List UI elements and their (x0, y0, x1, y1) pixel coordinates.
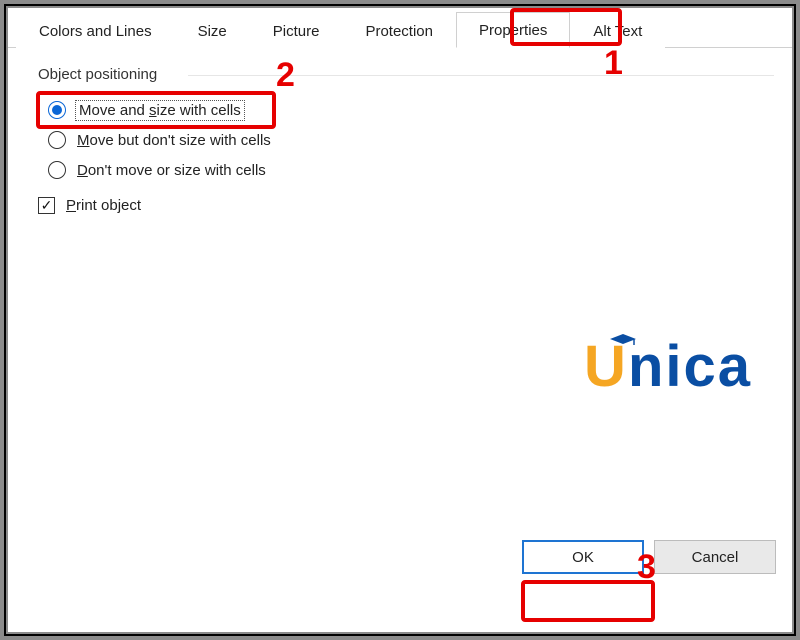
outer-frame: Colors and Lines Size Picture Protection… (4, 4, 796, 636)
tab-row: Colors and Lines Size Picture Protection… (8, 8, 792, 48)
accelerator-letter: P (66, 197, 76, 214)
radio-indicator-icon (48, 161, 66, 179)
radio-label: Move but don't size with cells (77, 132, 271, 149)
radio-indicator-icon (48, 131, 66, 149)
properties-pane: Object positioning Move and size with ce… (8, 48, 792, 588)
radio-move-no-size[interactable]: Move but don't size with cells (48, 125, 764, 155)
label-fragment: ize with cells (157, 102, 241, 119)
radio-label: Don't move or size with cells (77, 162, 266, 179)
radio-move-and-size[interactable]: Move and size with cells (48, 95, 764, 125)
label-fragment: Move and (79, 102, 149, 119)
tab-size[interactable]: Size (175, 13, 250, 48)
radio-group-positioning: Move and size with cells Move but don't … (38, 89, 764, 193)
ok-button[interactable]: OK (522, 540, 644, 574)
cancel-button[interactable]: Cancel (654, 540, 776, 574)
radio-label: Move and size with cells (77, 102, 243, 119)
label-fragment: rint object (76, 197, 141, 214)
dialog-panel: Colors and Lines Size Picture Protection… (8, 8, 792, 632)
checkbox-label: Print object (66, 197, 141, 214)
tab-alt-text[interactable]: Alt Text (570, 13, 665, 48)
tab-protection[interactable]: Protection (342, 13, 456, 48)
label-fragment: on't move or size with cells (88, 162, 266, 179)
accelerator-letter: M (77, 132, 90, 149)
checkbox-print-object[interactable]: Print object (38, 193, 764, 214)
dialog-button-bar: OK Cancel (522, 540, 776, 574)
radio-indicator-icon (48, 101, 66, 119)
label-fragment: ove but don't size with cells (90, 132, 271, 149)
unica-logo: Unica (584, 338, 752, 396)
checkbox-indicator-icon (38, 197, 55, 214)
logo-rest: nica (628, 334, 752, 399)
graduation-cap-icon (610, 334, 636, 344)
accelerator-letter: D (77, 162, 88, 179)
tab-picture[interactable]: Picture (250, 13, 343, 48)
accelerator-letter: s (149, 102, 157, 119)
tab-properties[interactable]: Properties (456, 12, 570, 48)
tab-colors-and-lines[interactable]: Colors and Lines (16, 13, 175, 48)
radio-dont-move[interactable]: Don't move or size with cells (48, 155, 764, 185)
group-object-positioning: Object positioning (38, 66, 764, 83)
